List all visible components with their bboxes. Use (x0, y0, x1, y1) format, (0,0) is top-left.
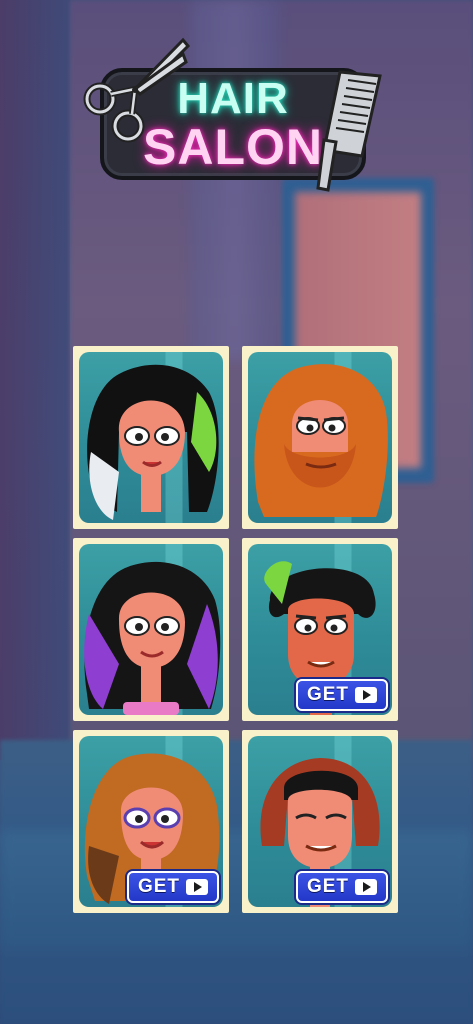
get-button-label: GET (306, 684, 350, 705)
character-portrait (84, 561, 221, 715)
character-portrait (87, 364, 219, 520)
video-ad-icon (355, 879, 378, 895)
get-button[interactable]: GET (296, 871, 388, 903)
background-left (0, 0, 70, 760)
character-card-curly-white-green[interactable] (73, 346, 229, 529)
video-ad-icon (355, 687, 378, 703)
character-card-purple-curls[interactable] (73, 538, 229, 721)
get-button-label: GET (137, 876, 181, 897)
character-portrait (254, 364, 388, 517)
get-button-label: GET (306, 876, 350, 897)
video-ad-icon (186, 879, 209, 895)
character-card-red-bob[interactable]: GET (242, 730, 398, 913)
background-curtain (190, 0, 280, 360)
comb-icon (316, 70, 382, 192)
character-card-red-beard-man[interactable] (242, 346, 398, 529)
character-card-orange-curls[interactable]: GET (73, 730, 229, 913)
background-counter (0, 830, 473, 950)
character-card-green-afro-man[interactable]: GET (242, 538, 398, 721)
get-button[interactable]: GET (127, 871, 219, 903)
scissors-icon (83, 37, 190, 143)
get-button[interactable]: GET (296, 679, 388, 711)
